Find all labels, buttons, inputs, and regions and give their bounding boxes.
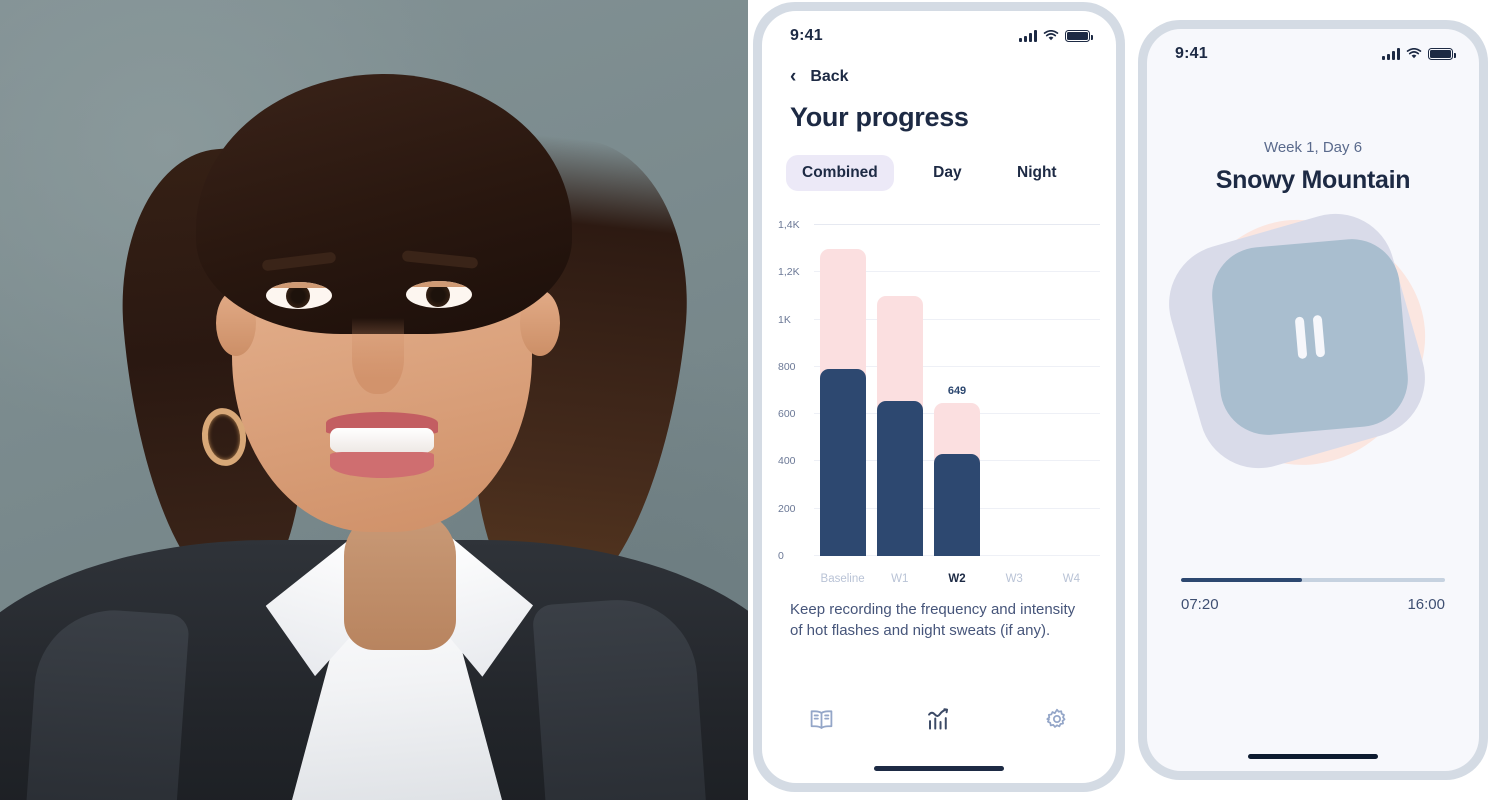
y-axis-label: 800 [778,360,796,373]
nav-library-button[interactable] [799,699,843,739]
x-axis-label[interactable]: W3 [986,573,1043,585]
y-axis-label: 1K [778,313,791,326]
bar-value-label: 649 [947,384,967,397]
y-axis-label: 600 [778,408,796,421]
x-axis-label[interactable]: Baseline [814,573,871,585]
battery-icon [1428,48,1456,60]
phone2-screen: 9:41 Week 1, Day 6 Snowy Mountain 07:20 … [1147,29,1479,771]
tab-combined[interactable]: Combined [786,155,894,191]
status-bar: 9:41 [762,11,1116,45]
phone-progress-screen: 9:41 ‹ Back Your progress Combined Day N… [753,2,1125,792]
bar-column[interactable] [1043,225,1100,556]
x-axis-label[interactable]: W1 [871,573,928,585]
bar-column[interactable]: 649 [928,225,985,556]
bar-recorded [934,454,980,556]
cellular-bars-icon [1019,30,1037,42]
book-icon [810,709,832,729]
back-button[interactable]: ‹ Back [762,45,1116,86]
page-title: Your progress [790,102,969,132]
battery-icon [1065,30,1093,42]
wifi-icon [1043,30,1059,41]
bar-column[interactable] [871,225,928,556]
phone-mockups: 9:41 ‹ Back Your progress Combined Day N… [748,0,1500,800]
wifi-icon [1406,48,1422,59]
bottom-nav [762,699,1116,739]
x-axis-label[interactable]: W4 [1043,573,1100,585]
duration-time: 16:00 [1407,596,1445,613]
tab-night[interactable]: Night [1001,155,1073,191]
y-axis-label: 400 [778,455,796,468]
session-title: Snowy Mountain [1215,166,1411,194]
y-axis-label: 1,2K [778,266,800,279]
y-axis-label: 1,4K [778,219,800,231]
pause-icon [1294,314,1326,360]
x-axis-label[interactable]: W2 [928,573,985,585]
bar-recorded [819,369,866,556]
play-pause-button[interactable] [1208,235,1412,439]
bar-column[interactable] [986,225,1043,556]
status-time-2: 9:41 [1175,45,1208,62]
status-icons-2 [1382,48,1456,60]
y-axis-label: 200 [778,502,796,515]
elapsed-time: 07:20 [1181,596,1219,613]
chart-x-axis: Baseline W1 W2 W3 W4 [814,573,1100,585]
chevron-left-icon: ‹ [790,66,797,87]
tab-day[interactable]: Day [917,155,977,191]
segmented-control: Combined Day Night [762,133,1116,191]
phone-player-screen: 9:41 Week 1, Day 6 Snowy Mountain 07:20 … [1138,20,1488,780]
back-label: Back [810,67,849,85]
home-indicator [874,766,1004,771]
status-icons [1019,30,1093,42]
chart-note: Keep recording the frequency and intensi… [790,601,1076,640]
chart-trend-icon [928,708,949,730]
player-artwork [1155,199,1458,507]
bar-recorded [876,401,923,556]
portrait-photo [0,0,748,800]
nav-settings-button[interactable] [1035,699,1079,739]
progress-track[interactable] [1181,577,1445,582]
home-indicator-2 [1248,754,1378,759]
nose [352,318,404,394]
eye-right [406,281,472,308]
lower-lip [330,452,434,478]
status-time: 9:41 [790,27,823,44]
progress-chart: 649 0 200 400 600 800 1K 1,2K 1,4K Baseline W1 W2… [778,213,1104,593]
chart-plot-area: 649 [814,224,1100,556]
playback-progress: 07:20 16:00 [1181,577,1445,613]
chart-bars: 649 [814,225,1100,556]
cellular-bars-icon [1382,48,1400,60]
session-subtitle: Week 1, Day 6 [1263,139,1363,156]
playback-times: 07:20 16:00 [1181,596,1445,613]
progress-fill [1181,577,1303,582]
status-bar-2: 9:41 [1147,29,1479,63]
gear-icon [1046,708,1066,728]
bar-column[interactable] [814,225,871,556]
phone1-screen: 9:41 ‹ Back Your progress Combined Day N… [762,11,1116,783]
nav-progress-button[interactable] [917,699,961,739]
eye-left [266,282,332,309]
y-axis-label: 0 [778,550,784,562]
